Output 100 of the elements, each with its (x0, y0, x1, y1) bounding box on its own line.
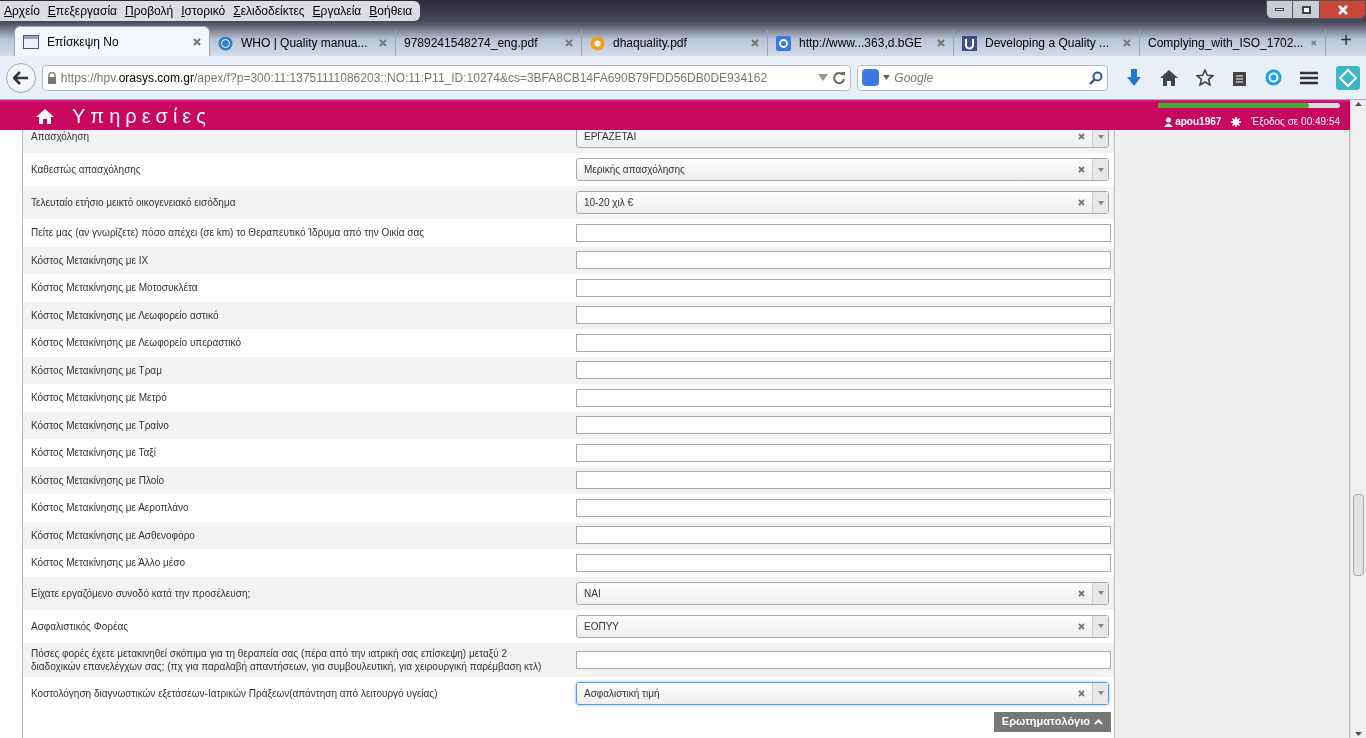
menu-item[interactable]: Αρχείο (1, 2, 43, 20)
clear-icon[interactable] (1078, 166, 1085, 173)
lock-icon (46, 71, 57, 84)
input-field[interactable] (576, 498, 1111, 517)
field-label: Κόστος Μετακίνησης με Τραμ (30, 363, 163, 377)
field-label: Κοστολόγηση διαγνωστικών εξετάσεων-Ιατρικών Πράξεων(απάντηση από λειτουργό υγείας) (30, 686, 439, 700)
browser-tab[interactable]: Επίσκεψη Νο (14, 26, 210, 56)
close-icon[interactable] (937, 39, 945, 47)
field-label: Ασφαλιστικός Φορέας (30, 619, 129, 633)
select-field[interactable]: Μερικής απασχόλησης (576, 158, 1109, 181)
scrollbar[interactable] (1350, 100, 1366, 738)
chat-icon[interactable] (1265, 69, 1282, 86)
select-field[interactable]: ΝΑΙ (576, 581, 1109, 605)
home-icon[interactable] (36, 108, 54, 124)
menu-item[interactable]: Εργαλεία (309, 2, 365, 20)
reload-icon[interactable] (832, 70, 847, 85)
field-label: Κόστος Μετακίνησης με Αεροπλάνο (30, 501, 190, 515)
search-engine-icon[interactable] (862, 69, 880, 86)
caret-icon[interactable] (1097, 691, 1104, 695)
menu-item[interactable]: Βοήθεια (366, 2, 416, 20)
url-text: https://hpv.orasys.com.gr/apex/f?p=300:11:13751111086203::NO:11:P11_ID:10274&cs=3BFA8CB14FA690B79FDD56DB0DE934162 (60, 69, 769, 87)
close-icon (1337, 4, 1348, 15)
search-field[interactable]: Google (894, 68, 1085, 87)
input-field[interactable] (576, 278, 1111, 297)
search-icon[interactable] (1089, 70, 1103, 85)
input-field[interactable] (576, 251, 1111, 270)
scroll-up-icon[interactable] (1355, 102, 1362, 106)
extension-icon[interactable] (1336, 65, 1360, 90)
field-label: Κόστος Μετακίνησης με Μετρό (30, 391, 168, 405)
circle-icon (590, 35, 605, 51)
menu-item[interactable]: Σελιδοδείκτες (230, 2, 308, 20)
input-field[interactable] (576, 650, 1111, 669)
menu-item[interactable]: Προβολή (122, 2, 177, 20)
user-icon (1164, 116, 1174, 127)
field-label: Είχατε εργαζόμενο συνοδό κατά την προσέλευση; (30, 586, 252, 600)
star-icon[interactable] (1196, 69, 1214, 86)
gear-icon[interactable] (1231, 116, 1242, 127)
field-label: Κόστος Μετακίνησης με Ασθενοφόρο (30, 528, 196, 542)
input-field[interactable] (576, 416, 1111, 435)
maximize-button[interactable] (1293, 0, 1319, 19)
input-field[interactable] (576, 388, 1111, 407)
questionnaire-button[interactable]: Ερωτηματολόγιο (993, 711, 1111, 732)
select-field[interactable]: 10-20 χιλ € (576, 191, 1109, 214)
menu-item[interactable]: Επεξεργασία (44, 2, 120, 20)
scrollbar-thumb[interactable] (1353, 494, 1364, 576)
close-icon[interactable] (751, 39, 759, 47)
download-icon[interactable] (1126, 68, 1142, 87)
field-label: Κόστος Μετακίνησης με ΙΧ (30, 253, 150, 267)
square-icon (962, 35, 977, 51)
page-icon (23, 34, 39, 49)
address-bar[interactable]: https://hpv.orasys.com.gr/apex/f?p=300:11:13751111086203::NO:11:P11_ID:10274&cs=3BFA8CB14FA690B79FDD56DB0DE934162 (41, 64, 852, 91)
clear-icon[interactable] (1078, 689, 1085, 697)
caret-icon (883, 75, 891, 80)
scroll-down-icon[interactable] (1355, 732, 1362, 736)
caret-icon[interactable] (1097, 591, 1104, 595)
field-label: Τελευταίο ετήσιο μεικτό οικογενειακό εισόδημα (30, 196, 237, 209)
select-field[interactable]: ΕΟΠΥΥ (576, 614, 1109, 638)
caret-icon[interactable] (1097, 167, 1104, 172)
clipboard-icon[interactable] (1232, 69, 1247, 86)
clear-icon[interactable] (1078, 133, 1085, 140)
input-field[interactable] (576, 471, 1111, 490)
username[interactable]: apou1967 (1175, 114, 1222, 129)
input-field[interactable] (576, 526, 1111, 545)
caret-icon[interactable] (1097, 624, 1104, 628)
caret-icon[interactable] (1097, 134, 1104, 139)
close-button[interactable] (1319, 0, 1366, 19)
page-title: Υπηρεσίες (72, 104, 211, 129)
back-button[interactable] (6, 62, 36, 93)
close-icon[interactable] (1311, 39, 1317, 47)
field-label: Πόσες φορές έχετε μετακινηθεί σκόπιμα για τη θεραπεία σας (πέρα από την ιατρική σας επίσκεψη) μεταξύ 2 διαδοχικών επανελέγχων σας; (πχ για παραλαβή απαντήσεων, για συμβουλευτική, για χειρουργική παρέμβαση κτλ) (30, 646, 543, 673)
field-label: Καθεστώς απασχόλησης (30, 163, 142, 176)
chevron-up-icon (1094, 718, 1103, 725)
clear-icon[interactable] (1078, 199, 1085, 206)
minimize-button[interactable] (1266, 0, 1293, 19)
close-icon[interactable] (193, 37, 201, 46)
new-tab-button[interactable]: + (1334, 28, 1358, 52)
input-field[interactable] (576, 553, 1111, 572)
input-field[interactable] (576, 443, 1111, 462)
input-field[interactable] (576, 361, 1111, 380)
search-engine-icon (776, 35, 791, 51)
input-field[interactable] (576, 306, 1111, 325)
close-icon[interactable] (1123, 39, 1131, 47)
close-icon[interactable] (565, 39, 573, 47)
caret-icon[interactable] (1097, 200, 1104, 205)
back-arrow-icon (12, 70, 29, 85)
select-field[interactable]: ΕΡΓΑΖΕΤΑΙ (576, 130, 1109, 148)
menu-icon[interactable] (1300, 70, 1318, 85)
search-bar[interactable]: Google (857, 64, 1108, 91)
home-icon[interactable] (1160, 69, 1178, 86)
close-icon[interactable] (379, 39, 387, 47)
clear-icon[interactable] (1078, 622, 1085, 630)
input-field[interactable] (576, 223, 1111, 242)
input-field[interactable] (576, 333, 1111, 352)
clear-icon[interactable] (1078, 589, 1085, 597)
session-timer: Έξοδος σε 00:49:54 (1251, 115, 1340, 129)
menu-item[interactable]: Ιστορικό (178, 2, 229, 20)
globe-icon (218, 35, 233, 51)
field-label: Κόστος Μετακίνησης με Ταξί (30, 446, 158, 460)
dropdown-icon[interactable] (818, 74, 829, 81)
select-field[interactable]: Ασφαλιστική τιμή (576, 681, 1109, 705)
